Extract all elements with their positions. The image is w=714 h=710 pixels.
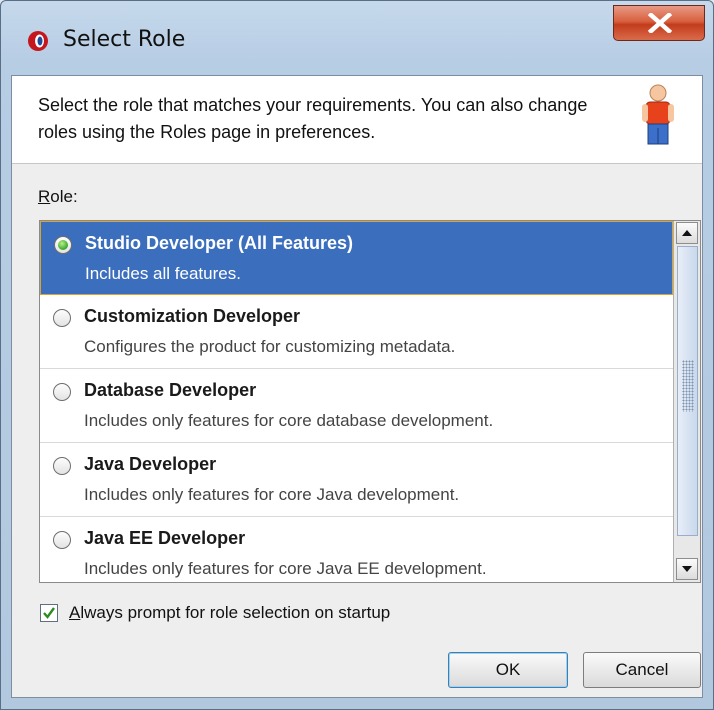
role-description: Includes only features for core Java EE … (84, 559, 487, 578)
oracle-app-icon (28, 31, 48, 51)
role-description: Includes only features for core Java dev… (84, 485, 460, 504)
role-list-body: Studio Developer (All Features) Includes … (40, 221, 673, 582)
role-title: Customization Developer (84, 306, 301, 326)
role-radio-button[interactable] (53, 457, 71, 475)
always-prompt-label: Always prompt for role selection on star… (69, 603, 390, 623)
dialog-client-area: Select the role that matches your requir… (11, 75, 703, 698)
role-item[interactable]: Java Developer Includes only features for… (40, 443, 673, 517)
select-role-dialog: Select Role Select the role that matches… (0, 0, 714, 710)
role-description: Includes all features. (85, 264, 241, 283)
arrow-down-icon (682, 566, 692, 572)
role-item[interactable]: Database Developer Includes only features… (40, 369, 673, 443)
window-title: Select Role (63, 27, 186, 52)
scroll-thumb[interactable] (677, 246, 698, 536)
role-list: Studio Developer (All Features) Includes … (39, 220, 701, 583)
always-prompt-mnemonic: A (69, 603, 81, 622)
scroll-up-button[interactable] (676, 222, 698, 244)
title-bar[interactable]: Select Role (1, 1, 713, 75)
arrow-up-icon (682, 230, 692, 236)
role-label: Role: (38, 187, 78, 207)
role-radio-button[interactable] (53, 531, 71, 549)
role-radio-button[interactable] (53, 383, 71, 401)
role-item[interactable]: Customization Developer Configures the pr… (40, 295, 673, 369)
scroll-grip (682, 360, 694, 412)
always-prompt-checkbox[interactable] (40, 604, 58, 622)
role-label-text: ole: (50, 187, 78, 206)
role-radio-button[interactable] (53, 309, 71, 327)
radio-selected-dot (58, 240, 68, 250)
scroll-down-button[interactable] (676, 558, 698, 580)
role-title: Java EE Developer (84, 528, 246, 548)
ok-button[interactable]: OK (448, 652, 568, 688)
role-description: Includes only features for core database… (84, 411, 494, 430)
header-panel: Select the role that matches your requir… (12, 76, 702, 164)
role-description: Configures the product for customizing m… (84, 337, 456, 356)
header-description: Select the role that matches your requir… (38, 95, 588, 142)
role-item[interactable]: Java EE Developer Includes only features … (40, 517, 673, 582)
person-icon (642, 84, 674, 145)
close-button[interactable] (613, 5, 705, 41)
role-item[interactable]: Studio Developer (All Features) Includes … (40, 221, 673, 295)
role-label-mnemonic: R (38, 187, 51, 206)
role-title: Java Developer (84, 454, 217, 474)
vertical-scrollbar[interactable] (673, 221, 700, 582)
always-prompt-text: lways prompt for role selection on start… (80, 603, 391, 622)
role-title: Studio Developer (All Features) (85, 233, 354, 253)
role-radio-button[interactable] (54, 236, 72, 254)
cancel-button[interactable]: Cancel (583, 652, 701, 688)
close-icon (648, 13, 672, 33)
checkmark-icon (43, 607, 55, 619)
role-title: Database Developer (84, 380, 257, 400)
